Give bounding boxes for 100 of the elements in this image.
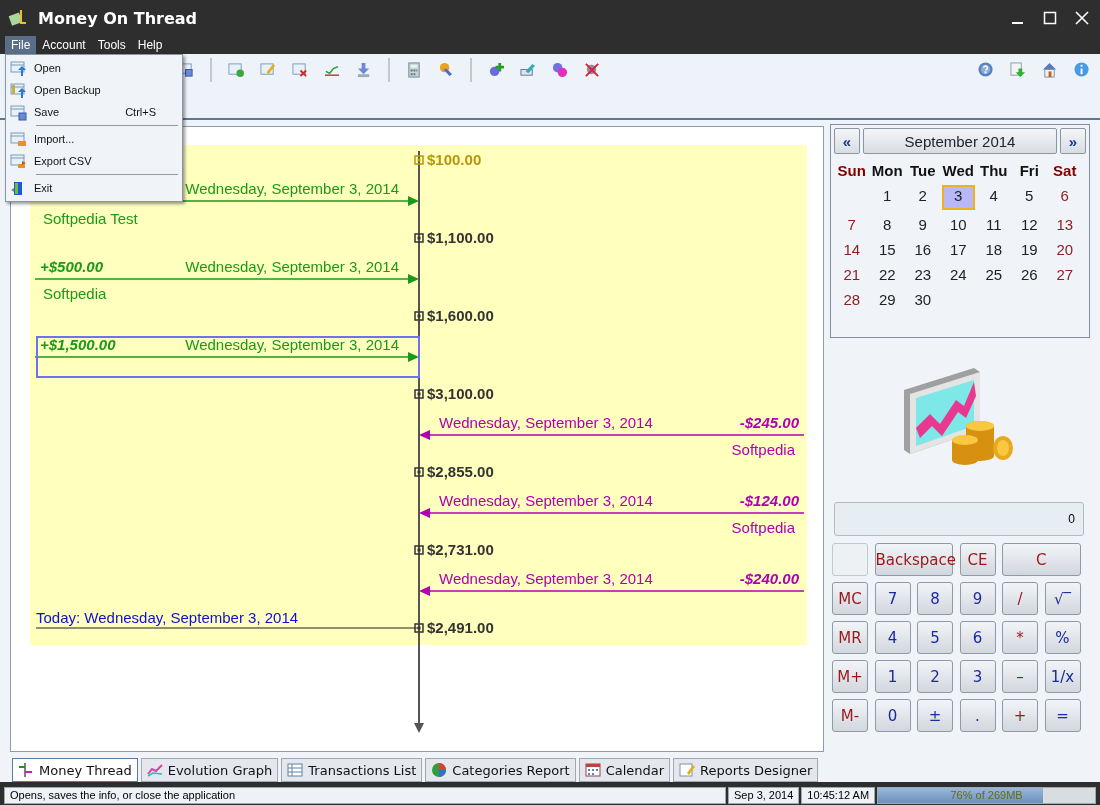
calendar-day[interactable]: 16: [906, 239, 940, 260]
menu-item[interactable]: Help: [131, 36, 169, 54]
calculator-key[interactable]: 3: [959, 660, 996, 693]
transaction-date: Wednesday, September 3, 2014: [185, 180, 399, 198]
calendar-day[interactable]: 14: [835, 239, 869, 260]
add-account-icon[interactable]: [488, 62, 504, 78]
calendar-day[interactable]: 20: [1048, 239, 1082, 260]
calendar-day[interactable]: 5: [1012, 185, 1046, 206]
accounts-icon[interactable]: [552, 62, 568, 78]
calendar-day[interactable]: 19: [1012, 239, 1046, 260]
chart-and-coins-icon: [904, 368, 1016, 468]
delete-icon[interactable]: [292, 62, 308, 78]
calendar-day[interactable]: 12: [1012, 214, 1046, 235]
info-icon[interactable]: [1074, 62, 1090, 78]
transaction-date: Wednesday, September 3, 2014: [185, 258, 399, 276]
menu-item[interactable]: File: [5, 36, 37, 54]
calculator-key[interactable]: M-: [832, 699, 868, 732]
calendar-day[interactable]: 15: [870, 239, 904, 260]
calculator-key[interactable]: 0: [874, 699, 911, 732]
balance-amount: $2,855.00: [427, 463, 494, 481]
calculator-key[interactable]: ±: [917, 699, 953, 732]
menu-entry[interactable]: Export CSV: [6, 150, 182, 172]
calculator-key[interactable]: +: [1002, 699, 1038, 732]
status-message: Opens, saves the info, or close the application: [4, 787, 726, 804]
transaction-amount: +$500.00: [40, 258, 103, 276]
view-tab[interactable]: Money Thread: [12, 758, 138, 782]
weekday-label: Fri: [1018, 161, 1040, 181]
calculator-key[interactable]: =: [1044, 699, 1081, 732]
menu-entry[interactable]: Open: [6, 57, 182, 79]
add-transaction-icon[interactable]: [228, 62, 244, 78]
calculator-key[interactable]: 9: [959, 582, 996, 615]
calculator-key[interactable]: C: [1002, 543, 1081, 576]
help-icon[interactable]: [978, 62, 994, 78]
calendar-day[interactable]: 23: [906, 264, 940, 285]
calculator-key[interactable]: .: [959, 699, 996, 732]
calculator-key[interactable]: √‾: [1044, 582, 1081, 615]
menu-item[interactable]: Account: [36, 36, 92, 54]
previous-month-button[interactable]: «: [834, 128, 860, 154]
calendar-day[interactable]: 2: [906, 185, 940, 206]
view-tab[interactable]: Categories Report: [425, 758, 576, 782]
menu-entry[interactable]: Exit: [6, 177, 182, 199]
menu-item[interactable]: Tools: [91, 36, 132, 54]
calculator-key[interactable]: 8: [917, 582, 953, 615]
calculator-key[interactable]: CE: [959, 543, 996, 576]
download-icon[interactable]: [356, 62, 372, 78]
month-button[interactable]: September 2014: [863, 128, 1057, 154]
calculator-key[interactable]: 1/x: [1044, 660, 1081, 693]
view-tab[interactable]: Reports Designer: [673, 758, 819, 782]
calendar-day[interactable]: 22: [870, 264, 904, 285]
calculator-key[interactable]: /: [1002, 582, 1038, 615]
calendar-day[interactable]: 26: [1012, 264, 1046, 285]
calculator-key[interactable]: 7: [874, 582, 911, 615]
calendar-day[interactable]: 4: [977, 185, 1011, 206]
delete-account-icon[interactable]: [584, 62, 600, 78]
transaction-amount: -$245.00: [739, 414, 799, 432]
calendar-day[interactable]: 21: [835, 264, 869, 285]
import-icon: [10, 130, 27, 148]
view-tab[interactable]: Transactions List: [281, 758, 423, 782]
tools-icon[interactable]: [438, 62, 454, 78]
calendar-day[interactable]: 9: [906, 214, 940, 235]
calculator-key[interactable]: MR: [832, 621, 868, 654]
open-file-icon: [10, 59, 27, 77]
calendar-day[interactable]: 7: [835, 214, 869, 235]
pie-chart-icon: [431, 762, 448, 778]
calculator-key[interactable]: 1: [874, 660, 911, 693]
calculator-key[interactable]: –: [1002, 660, 1038, 693]
calendar-day[interactable]: 25: [977, 264, 1011, 285]
calendar-day[interactable]: 28: [835, 289, 869, 310]
calculator-key[interactable]: 2: [917, 660, 953, 693]
menu-entry[interactable]: Save Ctrl+S: [6, 101, 182, 123]
menu-entry[interactable]: Open Backup: [6, 79, 182, 101]
next-month-button[interactable]: »: [1060, 128, 1086, 154]
calendar-day[interactable]: 11: [977, 214, 1011, 235]
view-tab[interactable]: Calendar: [578, 758, 671, 782]
calculator-key[interactable]: *: [1002, 621, 1038, 654]
calendar-day[interactable]: 8: [870, 214, 904, 235]
calendar-day[interactable]: 6: [1048, 185, 1082, 206]
calculator-key[interactable]: 6: [959, 621, 996, 654]
calendar-day[interactable]: 30: [906, 289, 940, 310]
calendar-day[interactable]: 1: [870, 185, 904, 206]
calculator-icon[interactable]: [406, 62, 422, 78]
menu-entry[interactable]: Import...: [6, 128, 182, 150]
calculator-key[interactable]: M+: [832, 660, 868, 693]
calendar-day[interactable]: 10: [941, 214, 975, 235]
calculator-key[interactable]: 4: [874, 621, 911, 654]
edit-account-icon[interactable]: [520, 62, 536, 78]
view-tab[interactable]: Evolution Graph: [140, 758, 279, 782]
calendar-day[interactable]: 29: [870, 289, 904, 310]
calculator-key[interactable]: %: [1044, 621, 1081, 654]
calculator-key[interactable]: 5: [917, 621, 953, 654]
calendar-day[interactable]: 17: [941, 239, 975, 260]
export-icon[interactable]: [1010, 62, 1026, 78]
calendar-day[interactable]: 24: [941, 264, 975, 285]
calendar-day[interactable]: 18: [977, 239, 1011, 260]
balance-amount: $100.00: [427, 151, 482, 169]
calendar-day[interactable]: 3: [941, 185, 975, 210]
calendar-day[interactable]: 13: [1048, 214, 1082, 235]
calendar-day[interactable]: 27: [1048, 264, 1082, 285]
home-icon[interactable]: [1042, 62, 1058, 78]
calculator-key[interactable]: MC: [832, 582, 868, 615]
